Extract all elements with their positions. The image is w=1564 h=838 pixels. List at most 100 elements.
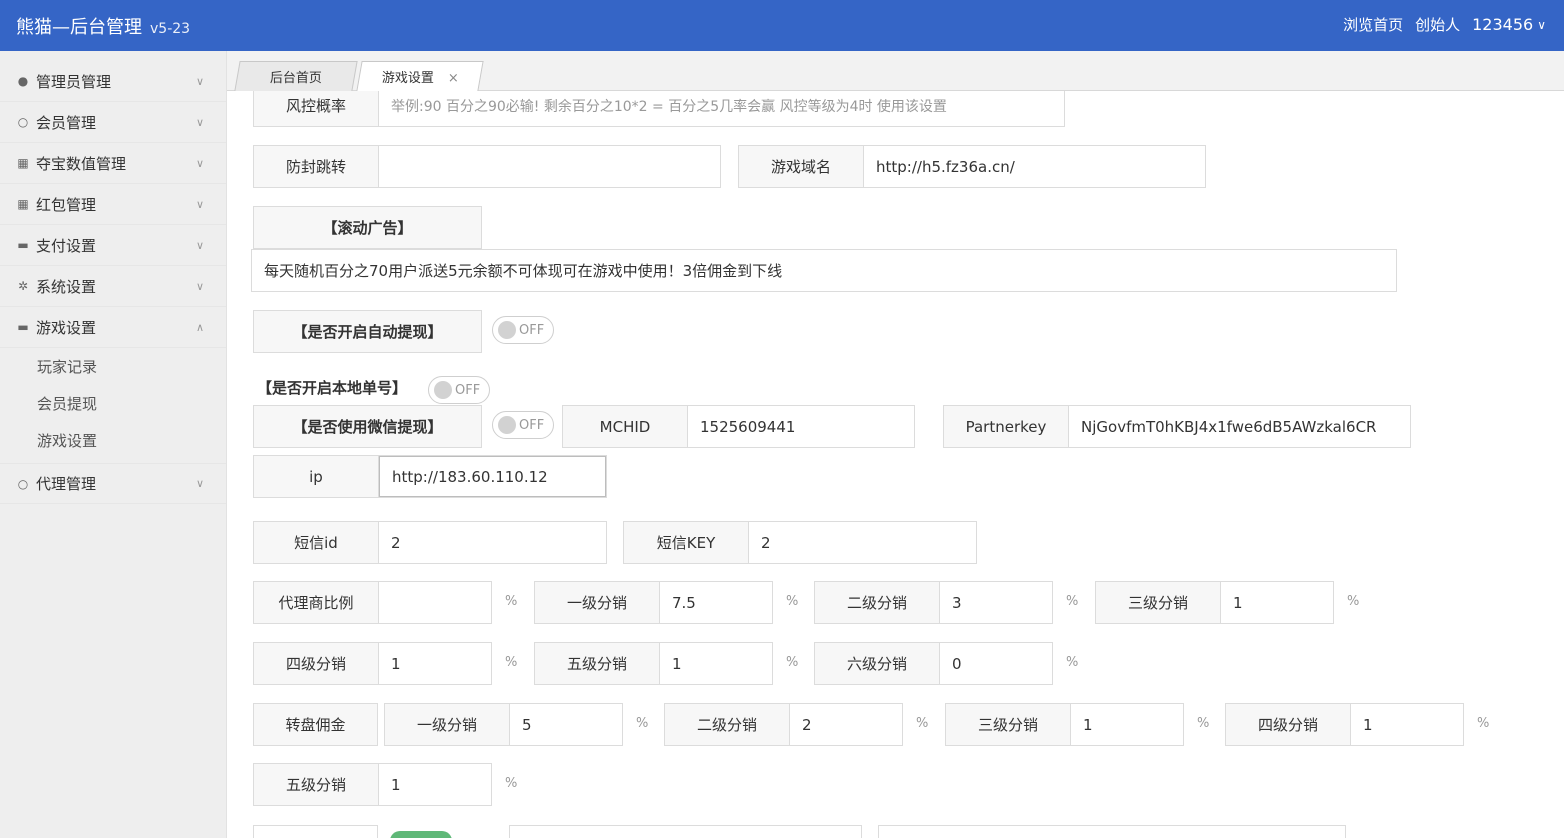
sidebar-item-redpacket[interactable]: ▦ 红包管理 ∨ [0,184,226,225]
level6-label: 六级分销 [815,643,940,684]
percent-sign: % [636,716,649,731]
risk-rate-input[interactable]: 举例:90 百分之90必输! 剩余百分之10*2 = 百分之5几率会赢 风控等级… [379,91,1064,126]
chevron-down-icon: ∨ [195,477,204,490]
percent-sign: % [786,655,799,670]
partnerkey-input[interactable]: NjGovfmT0hKBJ4x1fwe6dB5AWzkal6CR [1069,406,1410,447]
sidebar-item-payment[interactable]: ▬ 支付设置 ∨ [0,225,226,266]
risk-rate-field: 风控概率 举例:90 百分之90必输! 剩余百分之10*2 = 百分之5几率会赢… [253,91,1065,127]
toggle-text: OFF [519,417,545,433]
percent-sign: % [1066,594,1079,609]
tab-game-settings[interactable]: 游戏设置 × [356,61,484,91]
chevron-down-icon: ∨ [195,197,204,211]
percent-sign: % [786,594,799,609]
sidebar-subitem-game-settings[interactable]: 游戏设置 [0,422,226,459]
sidebar-item-system[interactable]: ✲ 系统设置 ∨ [0,266,226,307]
partial-field [509,825,862,838]
wheel-level1-field: 一级分销 5 [384,703,623,746]
user-outline-icon: ○ [17,476,29,491]
sidebar-item-label: 红包管理 [36,195,97,214]
sidebar-item-game[interactable]: ▬ 游戏设置 ∧ [0,307,226,348]
wheel-commission-label: 转盘佣金 [253,703,378,746]
partial-field [253,825,378,838]
ip-input[interactable]: http://183.60.110.12 [379,456,606,497]
scroll-ad-label: 【滚动广告】 [253,206,482,249]
ip-field: ip http://183.60.110.12 [253,455,607,498]
game-domain-label: 游戏域名 [739,146,864,187]
grid-icon: ▦ [17,156,29,170]
user-outline-icon: ○ [17,115,29,129]
level2-field: 二级分销 3 [814,581,1053,624]
close-icon[interactable]: × [447,71,458,86]
version-label: v5-23 [150,21,191,37]
level4-input[interactable]: 1 [379,643,491,684]
brand-name: 熊猫—后台管理 [16,17,142,38]
wheel-level4-label: 四级分销 [1226,704,1351,745]
auto-withdraw-toggle[interactable]: OFF [492,316,554,344]
toggle-on-partial[interactable] [390,831,452,838]
wheel-level2-input[interactable]: 2 [790,704,902,745]
level1-input[interactable]: 7.5 [660,582,772,623]
partnerkey-label: Partnerkey [944,406,1069,447]
mchid-input[interactable]: 1525609441 [688,406,914,447]
level2-input[interactable]: 3 [940,582,1052,623]
scroll-ad-input[interactable]: 每天随机百分之70用户派送5元余额不可体现可在游戏中使用！3倍佣金到下线 [251,249,1397,292]
sidebar-item-treasure[interactable]: ▦ 夺宝数值管理 ∨ [0,143,226,184]
level3-label: 三级分销 [1096,582,1221,623]
percent-sign: % [1066,655,1079,670]
level4-field: 四级分销 1 [253,642,492,685]
tab-dashboard[interactable]: 后台首页 [234,61,358,91]
sidebar-item-agent[interactable]: ○ 代理管理 ∨ [0,463,226,504]
auto-withdraw-label: 【是否开启自动提现】 [253,310,482,353]
wheel-level4-input[interactable]: 1 [1351,704,1463,745]
toggle-knob [498,416,516,434]
sidebar-item-label: 系统设置 [36,277,97,296]
sidebar-item-label: 会员管理 [36,113,97,132]
sidebar-item-members[interactable]: ○ 会员管理 ∨ [0,102,226,143]
chevron-up-icon: ∧ [195,320,204,334]
level5-input[interactable]: 1 [660,643,772,684]
level3-input[interactable]: 1 [1221,582,1333,623]
anti-block-input[interactable] [379,146,720,187]
level5-field: 五级分销 1 [534,642,773,685]
sms-key-field: 短信KEY 2 [623,521,977,564]
agent-ratio-label: 代理商比例 [254,582,379,623]
user-menu[interactable]: 123456 ∨ [1472,15,1546,34]
agent-ratio-input[interactable] [379,582,491,623]
mchid-field: MCHID 1525609441 [562,405,915,448]
wheel-level2-label: 二级分销 [665,704,790,745]
percent-sign: % [505,655,518,670]
card-icon: ▬ [17,238,29,252]
toggle-text: OFF [455,382,481,398]
level6-input[interactable]: 0 [940,643,1052,684]
sidebar-item-label: 支付设置 [36,236,97,255]
sms-id-label: 短信id [254,522,379,563]
wheel-level5-field: 五级分销 1 [253,763,492,806]
sidebar-subitem-member-withdraw[interactable]: 会员提现 [0,385,226,422]
wheel-level4-field: 四级分销 1 [1225,703,1464,746]
toggle-text: OFF [519,322,545,338]
local-order-toggle[interactable]: OFF [428,376,490,404]
wechat-withdraw-toggle[interactable]: OFF [492,411,554,439]
top-header: 熊猫—后台管理 v5-23 浏览首页 创始人 123456 ∨ [0,0,1564,51]
wheel-level3-input[interactable]: 1 [1071,704,1183,745]
partnerkey-field: Partnerkey NjGovfmT0hKBJ4x1fwe6dB5AWzkal… [943,405,1411,448]
risk-rate-label: 风控概率 [254,91,379,126]
chevron-down-icon: ∨ [195,156,204,170]
wheel-level1-input[interactable]: 5 [510,704,622,745]
sms-id-input[interactable]: 2 [379,522,606,563]
wheel-level5-input[interactable]: 1 [379,764,491,805]
sidebar-subitem-player-records[interactable]: 玩家记录 [0,348,226,385]
browse-home-link[interactable]: 浏览首页 [1343,14,1403,35]
sms-id-field: 短信id 2 [253,521,607,564]
sidebar-item-admin[interactable]: ● 管理员管理 ∨ [0,61,226,102]
gear-icon: ✲ [17,279,29,293]
brand-title[interactable]: 熊猫—后台管理 v5-23 [16,13,190,39]
anti-block-label: 防封跳转 [254,146,379,187]
tab-label: 后台首页 [269,71,322,86]
percent-sign: % [1347,594,1360,609]
chevron-down-icon: ∨ [1537,17,1546,32]
level6-field: 六级分销 0 [814,642,1053,685]
wheel-level3-label: 三级分销 [946,704,1071,745]
sms-key-input[interactable]: 2 [749,522,976,563]
game-domain-input[interactable]: http://h5.fz36a.cn/ [864,146,1205,187]
